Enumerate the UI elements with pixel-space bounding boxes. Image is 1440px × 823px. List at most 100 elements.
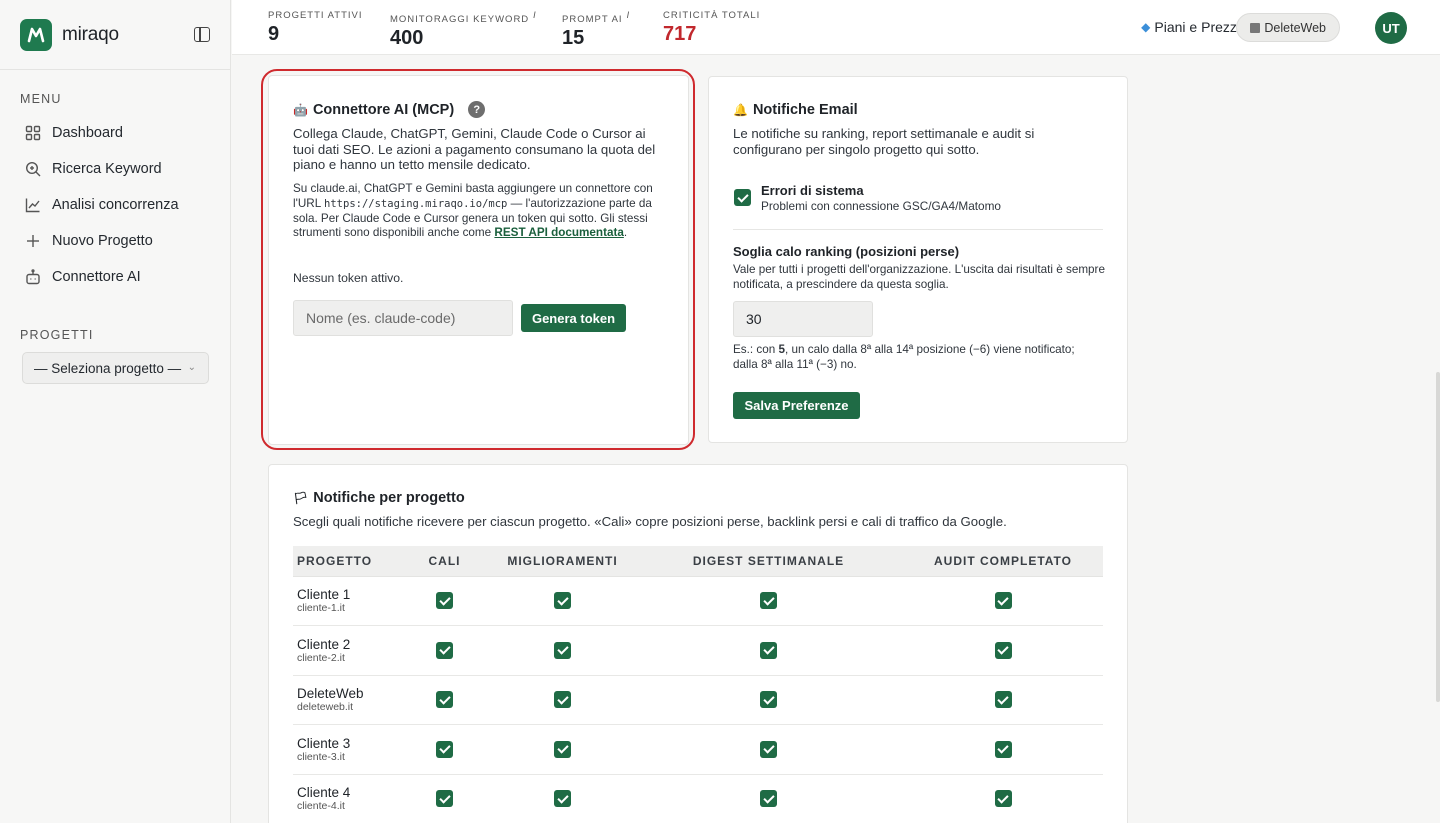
threshold-input[interactable] — [733, 301, 873, 337]
project-name: Cliente 3 — [297, 735, 351, 751]
sidebar-item-keyword-search[interactable]: Ricerca Keyword — [0, 151, 230, 187]
plans-label: Piani e Prezzi — [1154, 19, 1240, 35]
bell-icon: 🔔 — [733, 103, 748, 117]
drops-checkbox[interactable] — [436, 740, 453, 758]
chart-line-icon — [24, 197, 41, 214]
no-token-text: Nessun token attivo. — [293, 271, 404, 285]
system-errors-title: Errori di sistema — [761, 183, 864, 198]
system-errors-desc: Problemi con connessione GSC/GA4/Matomo — [761, 199, 1001, 213]
project-notifications-card: 🏳 Notifiche per progetto Scegli quali no… — [268, 464, 1128, 823]
system-errors-checkbox[interactable] — [734, 189, 751, 206]
email-title: 🔔 Notifiche Email — [733, 102, 858, 118]
project-name: Cliente 1 — [297, 587, 351, 603]
sidebar-toggle-icon[interactable] — [194, 27, 210, 42]
improvements-checkbox[interactable] — [554, 740, 571, 758]
save-preferences-button[interactable]: Salva Preferenze — [733, 392, 860, 419]
mcp-url: https://staging.miraqo.io/mcp — [324, 197, 508, 210]
improvements-checkbox[interactable] — [554, 790, 571, 808]
project-domain: deleteweb.it — [297, 701, 354, 714]
improvements-checkbox[interactable] — [554, 592, 571, 610]
project-name: DeleteWeb — [297, 686, 364, 702]
audit-completed-checkbox[interactable] — [994, 691, 1012, 709]
project-select-value: — Seleziona progetto — — [34, 360, 182, 376]
sidebar: miraqo MENU Dashboard Ricerca Keyword An… — [0, 0, 231, 823]
plans-link[interactable]: ◆ Piani e Prezzi — [1141, 19, 1240, 35]
email-notifications-card: 🔔 Notifiche Email Le notifiche su rankin… — [708, 76, 1128, 443]
plus-icon — [24, 233, 41, 250]
rest-api-link[interactable]: REST API documentata — [494, 226, 623, 239]
stat-total-issues: CRITICITÀ TOTALI 717 — [663, 10, 760, 46]
drops-checkbox[interactable] — [436, 691, 453, 709]
stat-ai-prompts: PROMPT AI i 15 — [562, 10, 630, 50]
weekly-digest-checkbox[interactable] — [760, 592, 777, 610]
drops-checkbox[interactable] — [436, 790, 453, 808]
table-row: DeleteWeb deleteweb.it — [293, 675, 1103, 725]
mcp-description: Collega Claude, ChatGPT, Gemini, Claude … — [293, 126, 656, 172]
flag-icon: 🏳 — [293, 491, 309, 505]
drops-checkbox[interactable] — [436, 592, 453, 610]
weekly-digest-checkbox[interactable] — [760, 641, 777, 659]
sidebar-item-new-project[interactable]: Nuovo Progetto — [0, 223, 230, 259]
audit-completed-checkbox[interactable] — [994, 740, 1012, 758]
col-drops: CALI — [398, 546, 491, 577]
audit-completed-checkbox[interactable] — [994, 592, 1012, 610]
info-icon[interactable]: i — [533, 10, 537, 20]
table-header: PROGETTO CALI MIGLIORAMENTI DIGEST SETTI… — [293, 546, 1103, 577]
sidebar-item-label: Ricerca Keyword — [52, 161, 162, 177]
sidebar-item-competition[interactable]: Analisi concorrenza — [0, 187, 230, 223]
audit-completed-checkbox[interactable] — [994, 641, 1012, 659]
project-select[interactable]: — Seleziona progetto — ⌄ — [22, 352, 209, 384]
weekly-digest-checkbox[interactable] — [760, 740, 777, 758]
org-label: DeleteWeb — [1264, 20, 1326, 35]
info-icon[interactable]: i — [627, 10, 631, 20]
sidebar-item-dashboard[interactable]: Dashboard — [0, 115, 230, 151]
project-domain: cliente-4.it — [297, 800, 345, 813]
stat-label: PROGETTI ATTIVI — [268, 10, 363, 21]
weekly-digest-checkbox[interactable] — [760, 790, 777, 808]
project-domain: cliente-3.it — [297, 750, 345, 763]
project-cell: DeleteWeb deleteweb.it — [293, 675, 398, 725]
mcp-title: 🤖 Connettore AI (MCP) ? — [293, 101, 486, 118]
improvements-checkbox[interactable] — [554, 691, 571, 709]
project-notifications-description: Scegli quali notifiche ricevere per cias… — [293, 514, 1007, 529]
org-switcher[interactable]: DeleteWeb — [1236, 13, 1340, 42]
email-description: Le notifiche su ranking, report settiman… — [733, 126, 1035, 157]
brand-name: miraqo — [62, 23, 119, 45]
project-notifications-title: 🏳 Notifiche per progetto — [293, 490, 465, 506]
project-cell: Cliente 2 cliente-2.it — [293, 625, 398, 676]
token-name-input[interactable] — [293, 300, 513, 336]
logo-icon[interactable] — [20, 18, 52, 51]
stat-value: 400 — [390, 27, 424, 50]
generate-token-button[interactable]: Genera token — [521, 304, 626, 332]
sidebar-menu: Dashboard Ricerca Keyword Analisi concor… — [0, 115, 230, 295]
col-improvements: MIGLIORAMENTI — [491, 546, 634, 577]
help-icon[interactable]: ? — [468, 101, 486, 118]
sidebar-item-label: Dashboard — [52, 125, 123, 141]
system-errors-option: Errori di sistema Problemi con connessio… — [761, 183, 1001, 213]
stat-keyword-monitoring: MONITORAGGI KEYWORD i 400 — [390, 10, 537, 50]
threshold-description: Vale per tutti i progetti dell'organizza… — [733, 263, 1105, 291]
table-row: Cliente 2 cliente-2.it — [293, 625, 1103, 676]
sidebar-item-label: Nuovo Progetto — [52, 233, 153, 249]
audit-completed-checkbox[interactable] — [994, 790, 1012, 808]
project-notifications-table: PROGETTO CALI MIGLIORAMENTI DIGEST SETTI… — [293, 546, 1103, 823]
stat-value: 717 — [663, 23, 697, 45]
project-cell: Cliente 4 cliente-4.it — [293, 774, 398, 823]
sidebar-item-label: Connettore AI — [52, 269, 141, 285]
weekly-digest-checkbox[interactable] — [760, 691, 777, 709]
sidebar-item-ai-connector[interactable]: Connettore AI — [0, 259, 230, 295]
mcp-connector-card: 🤖 Connettore AI (MCP) ? Collega Claude, … — [268, 75, 689, 445]
grid-icon — [24, 125, 41, 142]
project-name: Cliente 2 — [297, 636, 351, 652]
avatar[interactable]: UT — [1375, 12, 1407, 44]
top-bar: PROGETTI ATTIVI 9 MONITORAGGI KEYWORD i 4… — [232, 0, 1440, 55]
improvements-checkbox[interactable] — [554, 641, 571, 659]
mcp-details: Su claude.ai, ChatGPT e Gemini basta agg… — [293, 182, 653, 240]
col-project: PROGETTO — [293, 546, 398, 577]
stat-value: 9 — [268, 23, 280, 45]
table-row: Cliente 4 cliente-4.it — [293, 774, 1103, 823]
scrollbar[interactable] — [1436, 372, 1440, 702]
col-audit-completed: AUDIT COMPLETATO — [903, 546, 1103, 577]
drops-checkbox[interactable] — [436, 641, 453, 659]
building-icon — [1250, 22, 1261, 33]
